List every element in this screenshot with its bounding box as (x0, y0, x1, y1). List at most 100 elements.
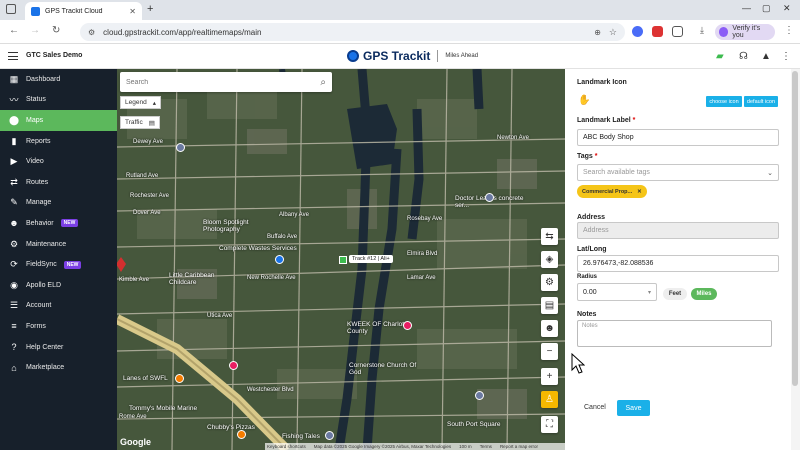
browser-tab[interactable]: GPS Trackit Cloud ✕ (25, 2, 142, 20)
panel-scrollbar-thumb[interactable] (792, 71, 798, 386)
map-type-icon[interactable]: ▤ (541, 297, 558, 314)
tag-chip[interactable]: Commercial Prop... ✕ (577, 185, 647, 198)
hamburger-menu-icon[interactable] (8, 52, 18, 60)
close-window-icon[interactable]: ✕ (783, 3, 791, 14)
forms-icon: ≡ (11, 321, 17, 332)
remove-tag-icon[interactable]: ✕ (637, 189, 642, 195)
back-icon[interactable]: ← (9, 25, 19, 36)
poi-pin[interactable] (403, 321, 412, 330)
profile-button[interactable]: Verify it's you (715, 24, 775, 40)
smart-icon[interactable]: ☻ (541, 320, 558, 337)
sidebar-item-apollo-eld[interactable]: ◉ Apollo ELD (0, 275, 117, 296)
tags-search-select[interactable]: Search available tags ⌄ (577, 164, 779, 181)
street-label: Buffalo Ave (267, 234, 298, 240)
reload-icon[interactable]: ↻ (52, 25, 60, 36)
poi-label: Chubby's Pizzas (207, 424, 255, 431)
map-search-bar[interactable]: ⌕ (120, 72, 332, 92)
eld-icon: ◉ (10, 279, 18, 290)
poi-pin[interactable] (485, 193, 494, 202)
sidebar-item-manage[interactable]: ✎ Manage (0, 193, 117, 214)
tags-label: Tags * (577, 153, 598, 160)
sidebar-item-video[interactable]: ▶ Video (0, 151, 117, 172)
search-icon[interactable]: ⌕ (320, 77, 326, 88)
settings-gear-icon[interactable]: ⚙ (541, 274, 558, 291)
tab-search-icon[interactable] (6, 4, 16, 14)
cancel-button[interactable]: Cancel (584, 404, 606, 411)
unit-miles-toggle[interactable]: Miles (691, 288, 717, 300)
extension-icon[interactable] (632, 26, 643, 37)
vehicle-marker-icon[interactable] (339, 256, 347, 264)
poi-pin[interactable] (175, 374, 184, 383)
logo-tagline: Miles Ahead (445, 53, 479, 59)
site-info-icon[interactable]: ⚙ (88, 28, 95, 37)
vehicle-label[interactable]: Track #12 | Ali+ (349, 255, 393, 263)
sidebar-item-maintenance[interactable]: ⚙ Maintenance (0, 234, 117, 255)
notes-textarea[interactable]: Notes (577, 320, 772, 347)
sidebar-item-forms[interactable]: ≡ Forms (0, 316, 117, 337)
poi-pin[interactable] (237, 430, 246, 439)
sidebar-item-status[interactable]: 〰 Status (0, 90, 117, 111)
map-search-input[interactable] (126, 78, 321, 86)
traffic-toggle[interactable]: Traffic ▤ (120, 116, 160, 129)
sidebar-item-label: Help Center (26, 343, 64, 351)
unit-feet-toggle[interactable]: Feet (663, 288, 687, 300)
map-view[interactable]: ⌕ Legend ▴ Traffic ▤ Dewey Ave Rutland A… (117, 69, 565, 450)
headset-icon[interactable]: ☊ (739, 51, 748, 62)
poi-pin[interactable] (275, 255, 284, 264)
sidebar-item-fieldsync[interactable]: ⟳ FieldSync NEW (0, 254, 117, 275)
bell-icon[interactable]: ▲ (761, 51, 771, 62)
sidebar-item-maps[interactable]: ⬤ Maps (0, 110, 117, 131)
sidebar-item-label: FieldSync (26, 261, 57, 269)
sidebar-item-help-center[interactable]: ? Help Center (0, 337, 117, 358)
address-bar: ← → ↻ ⚙ cloud.gpstrackit.com/app/realtim… (0, 20, 800, 44)
extensions-puzzle-icon[interactable] (672, 26, 683, 37)
latlong-input[interactable]: 26.976473,-82.088536 (577, 255, 779, 272)
zoom-out-icon[interactable]: − (541, 343, 558, 360)
browser-menu-icon[interactable]: ⋮ (784, 25, 794, 36)
street-label: New Rochelle Ave (247, 275, 296, 281)
more-menu-icon[interactable]: ⋮ (781, 51, 791, 62)
landmark-label-input[interactable]: ABC Body Shop (577, 129, 779, 146)
behavior-icon: ☻ (9, 218, 19, 229)
download-icon[interactable]: ⤓ (700, 25, 704, 36)
maintenance-icon: ⚙ (9, 238, 19, 249)
chat-icon[interactable]: ▰ (716, 51, 724, 62)
street-label: Elmira Blvd (407, 251, 438, 257)
url-field[interactable]: ⚙ cloud.gpstrackit.com/app/realtimemaps/… (80, 23, 625, 41)
minimize-icon[interactable]: — (742, 3, 751, 13)
forward-icon[interactable]: → (30, 25, 40, 36)
sidebar-item-account[interactable]: ☰ Account (0, 296, 117, 317)
app-logo: GPS Trackit Miles Ahead (347, 49, 478, 63)
zoom-icon[interactable]: ⊕ (594, 28, 601, 37)
fullscreen-icon[interactable]: ⛶ (541, 416, 558, 433)
poi-pin[interactable] (229, 361, 238, 370)
poi-pin[interactable] (325, 431, 334, 440)
sidebar-item-dashboard[interactable]: ▦ Dashboard (0, 69, 117, 90)
route-toggle-icon[interactable]: ⇆ (541, 228, 558, 245)
latlong-label: Lat/Long (577, 246, 607, 253)
stepper-icon[interactable]: ▾ (648, 289, 651, 296)
street-view-pegman-icon[interactable]: ♙ (541, 391, 558, 408)
legend-toggle[interactable]: Legend ▴ (120, 96, 161, 109)
sidebar-item-marketplace[interactable]: ⌂ Marketplace (0, 357, 117, 378)
maximize-icon[interactable]: ▢ (762, 3, 771, 14)
new-tab-icon[interactable]: + (147, 3, 153, 15)
poi-pin[interactable] (176, 143, 185, 152)
choose-icon-button[interactable]: choose icon (706, 96, 742, 107)
sidebar-item-routes[interactable]: ⇄ Routes (0, 172, 117, 193)
poi-pin[interactable] (475, 391, 484, 400)
bookmark-star-icon[interactable]: ☆ (609, 27, 617, 38)
sidebar-item-reports[interactable]: ▮ Reports (0, 131, 117, 152)
street-label: Rochester Ave (130, 193, 169, 199)
save-button[interactable]: Save (617, 400, 650, 416)
layers-icon[interactable]: ◈ (541, 251, 558, 268)
zoom-in-icon[interactable]: + (541, 368, 558, 385)
tab-close-icon[interactable]: ✕ (129, 7, 136, 16)
address-field: Address (577, 222, 779, 239)
radius-input[interactable]: 0.00 ▾ (577, 283, 657, 301)
reports-icon: ▮ (11, 135, 17, 146)
extension-icon[interactable] (652, 26, 663, 37)
default-icon-button[interactable]: default icon (744, 96, 778, 107)
poi-label: Little Caribbean Childcare (169, 272, 215, 286)
sidebar-item-behavior[interactable]: ☻ Behavior NEW (0, 213, 117, 234)
